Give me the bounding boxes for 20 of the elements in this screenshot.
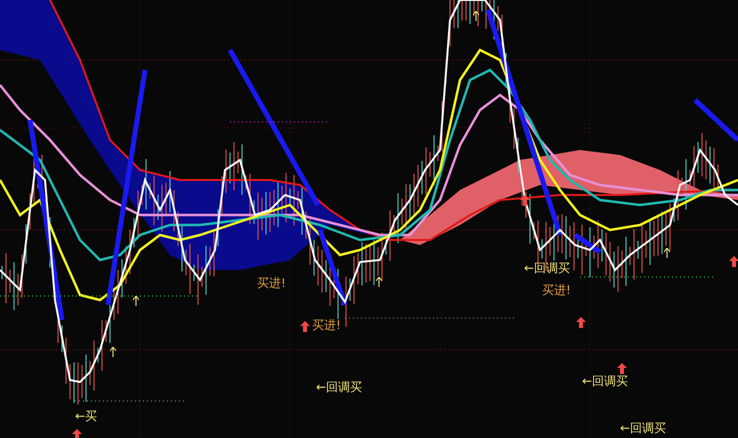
signal-label: ←买 bbox=[75, 410, 98, 422]
up-arrow-icon bbox=[376, 277, 382, 287]
up-arrow-icon bbox=[520, 195, 530, 206]
up-arrow-icon bbox=[110, 347, 116, 357]
signal-label: ←回调买 bbox=[620, 422, 666, 434]
signal-label: 买进! bbox=[542, 284, 571, 296]
signal-label: ←回调买 bbox=[316, 381, 362, 393]
up-arrow-icon bbox=[664, 248, 670, 258]
signal-label: 买进! bbox=[312, 319, 341, 331]
up-arrow-icon bbox=[576, 317, 586, 328]
up-arrow-icon bbox=[617, 363, 627, 374]
up-arrow-icon bbox=[72, 429, 82, 438]
up-arrow-icon bbox=[300, 321, 310, 332]
up-arrow-icon bbox=[133, 296, 139, 306]
trend-line bbox=[693, 98, 738, 142]
up-arrow-icon bbox=[473, 11, 479, 21]
up-arrow-icon bbox=[729, 256, 738, 267]
signal-label: 买进! bbox=[257, 277, 286, 289]
signal-label: ←回调买 bbox=[582, 375, 628, 387]
trend-line bbox=[574, 232, 602, 254]
